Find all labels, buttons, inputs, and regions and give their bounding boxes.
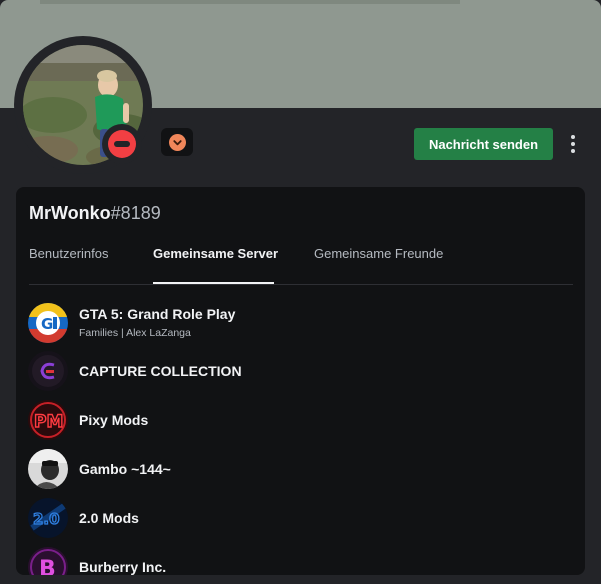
server-name: CAPTURE COLLECTION <box>79 363 242 379</box>
tab-user-info[interactable]: Benutzerinfos <box>29 246 109 261</box>
do-not-disturb-status-icon <box>108 130 136 158</box>
list-item[interactable]: Gambo ~144~ <box>28 449 548 491</box>
server-name: Pixy Mods <box>79 412 149 428</box>
tab-mutual-friends[interactable]: Gemeinsame Freunde <box>314 246 443 261</box>
profile-card: MrWonko#8189 Benutzerinfos Gemeinsame Se… <box>16 187 585 575</box>
tab-mutual-servers[interactable]: Gemeinsame Server <box>153 246 278 261</box>
send-message-button[interactable]: Nachricht senden <box>414 128 553 160</box>
status-indicator-frame <box>102 124 142 164</box>
burberry-logo-icon: B <box>28 547 68 575</box>
active-tab-indicator <box>153 282 274 284</box>
discriminator: #8189 <box>110 203 161 223</box>
gambo-logo-icon <box>28 449 68 489</box>
username-row: MrWonko#8189 <box>29 201 161 225</box>
gta-rp-logo-icon: G <box>28 303 68 343</box>
server-name: GTA 5: Grand Role Play <box>79 306 236 322</box>
chevron-down-icon <box>168 133 186 151</box>
svg-text:PM: PM <box>34 412 63 432</box>
more-options-icon[interactable] <box>563 130 583 158</box>
profile-tabs: Benutzerinfos Gemeinsame Server Gemeinsa… <box>29 242 573 285</box>
svg-text:G: G <box>41 315 53 333</box>
user-profile-popout: Nachricht senden MrWonko#8189 Benutzerin… <box>0 0 601 584</box>
list-item[interactable]: B Burberry Inc. <box>28 547 548 575</box>
pixy-mods-logo-icon: PM <box>28 400 68 440</box>
list-item[interactable]: 2.0 2.0 Mods <box>28 498 548 540</box>
svg-text:B: B <box>39 557 56 575</box>
svg-text:2.0: 2.0 <box>33 510 60 528</box>
list-item[interactable]: G GTA 5: Grand Role Play Families | Alex… <box>28 303 548 345</box>
profile-badge[interactable] <box>161 128 193 156</box>
server-name: 2.0 Mods <box>79 510 139 526</box>
username: MrWonko <box>29 203 111 223</box>
2-0-mods-logo-icon: 2.0 <box>28 498 68 538</box>
list-item[interactable]: CAPTURE COLLECTION <box>28 351 548 393</box>
server-name: Burberry Inc. <box>79 559 167 575</box>
capture-logo-icon <box>28 351 68 391</box>
banner-image-strip <box>40 0 460 4</box>
server-name: Gambo ~144~ <box>79 461 171 477</box>
server-nickname: Families | Alex LaZanga <box>79 327 191 339</box>
list-item[interactable]: PM Pixy Mods <box>28 400 548 442</box>
